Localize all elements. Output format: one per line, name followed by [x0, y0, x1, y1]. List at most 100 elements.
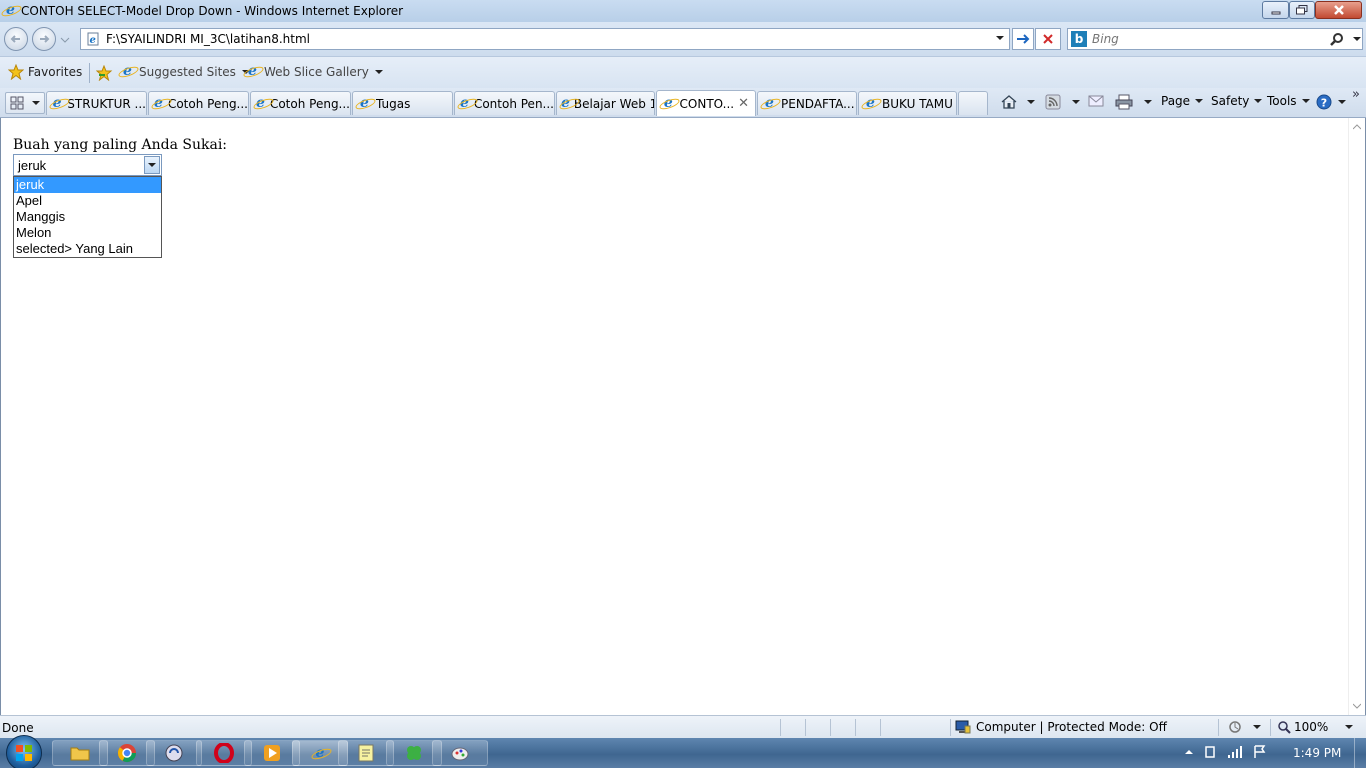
print-button[interactable]: [1115, 94, 1152, 110]
favorites-bar: Favorites e Suggested Sites e Web Slice …: [0, 56, 1366, 88]
favorites-button[interactable]: Favorites: [8, 64, 82, 80]
tab-pendaftaran[interactable]: e PENDAFTA...: [757, 91, 857, 115]
title-bar: e CONTOH SELECT-Model Drop Down - Window…: [0, 0, 1366, 22]
fruit-select[interactable]: jeruk: [13, 154, 162, 176]
address-dropdown-icon[interactable]: [995, 34, 1005, 42]
ie-logo-icon: e: [313, 745, 328, 761]
minimize-button[interactable]: [1262, 1, 1289, 19]
tab-label: Cotoh Peng...: [269, 96, 350, 111]
tab-tugas[interactable]: e Tugas: [352, 91, 453, 115]
status-bar: Done Computer | Protected Mode: Off 100%: [0, 715, 1366, 738]
page-menu[interactable]: Page: [1161, 94, 1204, 108]
search-box[interactable]: b: [1067, 28, 1363, 50]
safety-menu-label: Safety: [1211, 94, 1250, 108]
search-dropdown-icon[interactable]: [1352, 36, 1362, 44]
safety-menu[interactable]: Safety: [1211, 94, 1263, 108]
scroll-down-icon[interactable]: [1353, 703, 1361, 709]
search-input[interactable]: [1092, 31, 1322, 47]
close-icon: [1333, 5, 1344, 15]
help-button[interactable]: ?: [1316, 94, 1346, 110]
status-divider: [805, 719, 806, 736]
option-jeruk[interactable]: jeruk: [14, 177, 161, 193]
ie-page-icon: e: [460, 95, 469, 111]
status-divider: [950, 719, 951, 736]
action-center-flag-icon[interactable]: [1253, 745, 1267, 759]
page-menu-label: Page: [1161, 94, 1191, 108]
suggested-sites-link[interactable]: e Suggested Sites: [120, 64, 250, 79]
star-icon: [8, 64, 24, 80]
tab-label: BUKU TAMU: [882, 96, 953, 111]
close-button[interactable]: [1315, 1, 1362, 19]
tab-contoh-pen[interactable]: e Contoh Pen...: [454, 91, 555, 115]
usb-device-icon[interactable]: [1203, 745, 1217, 759]
option-melon[interactable]: Melon: [14, 225, 161, 241]
tab-struktur[interactable]: e STRUKTUR ...: [46, 91, 147, 115]
url-text[interactable]: F:\SYAILINDRI MI_3C\latihan8.html: [106, 32, 310, 46]
maximize-button[interactable]: [1289, 1, 1315, 19]
suggested-sites-label: Suggested Sites: [139, 64, 236, 79]
new-tab-button[interactable]: [958, 91, 988, 115]
tab-cotoh-peng-2[interactable]: e Cotoh Peng...: [250, 91, 351, 115]
recent-pages-dropdown-icon[interactable]: [60, 35, 70, 45]
option-manggis[interactable]: Manggis: [14, 209, 161, 225]
close-tab-icon[interactable]: ✕: [738, 96, 749, 111]
chevron-down-icon[interactable]: [1072, 100, 1080, 104]
back-button[interactable]: [4, 27, 28, 51]
taskbar-media[interactable]: [146, 740, 202, 766]
zoom-control[interactable]: 100%: [1277, 720, 1354, 734]
taskbar-clock[interactable]: 1:49 PM: [1293, 746, 1341, 760]
quick-tabs-button[interactable]: [5, 92, 45, 114]
scroll-up-icon[interactable]: [1353, 124, 1361, 130]
taskbar-paint[interactable]: [432, 740, 488, 766]
dropdown-button[interactable]: [144, 156, 160, 174]
restore-icon: [1296, 5, 1308, 15]
feeds-button[interactable]: [1045, 94, 1080, 110]
tab-label: Contoh Pen...: [473, 96, 554, 111]
start-button[interactable]: [6, 735, 42, 768]
notepad-icon: [358, 744, 374, 762]
show-desktop-button[interactable]: [1354, 738, 1366, 768]
stop-button[interactable]: [1035, 28, 1061, 50]
security-zone[interactable]: Computer | Protected Mode: Off: [955, 720, 1167, 734]
page-icon: e: [87, 32, 99, 46]
status-text: Done: [2, 721, 34, 735]
svg-text:e: e: [90, 35, 96, 46]
svg-text:?: ?: [1321, 97, 1327, 110]
home-button[interactable]: [1000, 94, 1035, 110]
tools-menu[interactable]: Tools: [1267, 94, 1310, 108]
chevron-down-icon[interactable]: [1338, 100, 1346, 104]
vertical-scrollbar[interactable]: [1348, 118, 1365, 715]
quick-tabs-icon: [10, 96, 24, 110]
search-icon[interactable]: [1330, 32, 1344, 46]
printer-icon: [1115, 94, 1133, 110]
more-commands-icon[interactable]: »: [1352, 87, 1360, 102]
go-button[interactable]: [1012, 28, 1034, 50]
tab-belajar-web[interactable]: e Belajar Web 1: [556, 91, 655, 115]
window-title: CONTOH SELECT-Model Drop Down - Windows …: [21, 4, 404, 18]
option-apel[interactable]: Apel: [14, 193, 161, 209]
protected-mode-button[interactable]: [1228, 720, 1261, 734]
favorites-separator: [89, 63, 90, 83]
option-yang-lain[interactable]: selected> Yang Lain: [14, 241, 161, 257]
system-tray: [1185, 745, 1267, 759]
network-signal-icon[interactable]: [1227, 745, 1243, 759]
tab-label: Tugas: [376, 96, 411, 111]
tab-list-dropdown-icon[interactable]: [32, 101, 40, 105]
chevron-down-icon[interactable]: [1027, 100, 1035, 104]
chevron-down-icon: [148, 163, 156, 167]
chevron-down-icon[interactable]: [1144, 100, 1152, 104]
chevron-down-icon: [1195, 99, 1204, 103]
add-to-favorites-bar-button[interactable]: [96, 65, 114, 81]
show-hidden-icons-icon[interactable]: [1185, 749, 1193, 755]
web-slice-gallery-link[interactable]: e Web Slice Gallery: [245, 64, 383, 79]
ie-page-icon: e: [661, 96, 676, 111]
tab-cotoh-peng-1[interactable]: e Cotoh Peng...: [148, 91, 249, 115]
web-slice-label: Web Slice Gallery: [264, 64, 369, 79]
read-mail-button[interactable]: [1088, 94, 1104, 108]
bing-logo-icon: b: [1071, 31, 1087, 47]
tab-contoh-select[interactable]: e CONTO... ✕: [656, 90, 756, 116]
tab-buku-tamu[interactable]: e BUKU TAMU: [858, 91, 957, 115]
ie-logo-icon: e: [3, 3, 18, 18]
address-bar[interactable]: e F:\SYAILINDRI MI_3C\latihan8.html: [80, 28, 1010, 50]
forward-button[interactable]: [32, 27, 56, 51]
